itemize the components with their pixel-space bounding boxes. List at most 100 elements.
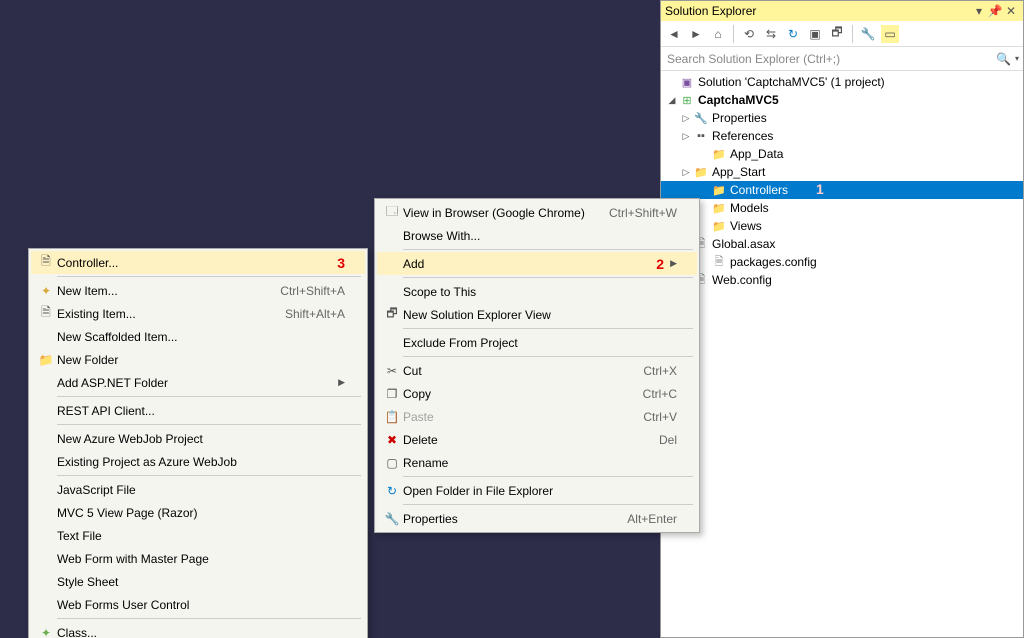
wrench-icon: 🔧 [693,110,709,126]
menu-new-azure[interactable]: New Azure WebJob Project [31,427,365,450]
collapse-icon[interactable]: ⇆ [762,25,780,43]
menu-new-scaffold[interactable]: New Scaffolded Item... [31,325,365,348]
tree-item-controllers[interactable]: 📁 Controllers 1 [661,181,1023,199]
tree-item-packages[interactable]: 🗎 packages.config [661,253,1023,271]
copy-icon: ❐ [381,387,403,401]
menu-rename[interactable]: ▢ Rename [377,451,697,474]
context-menu-primary: 🗔 View in Browser (Google Chrome) Ctrl+S… [374,198,700,533]
folder-icon: 📁 [711,146,727,162]
menu-existing-item[interactable]: 🗎 Existing Item... Shift+Alt+A [31,302,365,325]
menu-delete[interactable]: ✖ Delete Del [377,428,697,451]
tree-item-appstart[interactable]: ▷ 📁 App_Start [661,163,1023,181]
tree-item-properties[interactable]: ▷ 🔧 Properties [661,109,1023,127]
menu-add[interactable]: Add 2 ▶ [377,252,697,275]
menu-scope[interactable]: Scope to This [377,280,697,303]
search-dropdown-icon[interactable]: ▾ [1015,54,1019,63]
menu-existing-azure[interactable]: Existing Project as Azure WebJob [31,450,365,473]
tree-item-models[interactable]: 📁 Models [661,199,1023,217]
menu-separator [57,475,361,476]
delete-icon: ✖ [381,433,403,447]
tree-label: Web.config [712,273,772,287]
controller-icon: 🗎 [35,252,57,273]
home-icon[interactable]: ⌂ [709,25,727,43]
solution-tree: ▣ Solution 'CaptchaMVC5' (1 project) ◢ ⊞… [661,71,1023,637]
expand-icon[interactable]: ◢ [665,93,679,107]
tree-label: App_Data [730,147,783,161]
menu-open-folder[interactable]: ↻ Open Folder in File Explorer [377,479,697,502]
tree-label: packages.config [730,255,817,269]
search-input[interactable] [665,51,992,67]
panel-titlebar: Solution Explorer ▾ 📌 ✕ [661,1,1023,21]
folder-icon: 📁 [711,182,727,198]
back-icon[interactable]: ◄ [665,25,683,43]
tree-item-references[interactable]: ▷ ▪▪ References [661,127,1023,145]
preview-icon[interactable]: 🗗 [828,25,846,43]
show-all-icon[interactable]: ▣ [806,25,824,43]
menu-separator [403,328,693,329]
menu-copy[interactable]: ❐ Copy Ctrl+C [377,382,697,405]
forward-icon[interactable]: ► [687,25,705,43]
solution-icon: ▣ [679,74,695,90]
expand-icon[interactable] [665,75,679,89]
file-icon: 🗎 [711,254,727,270]
project-icon: ⊞ [679,92,695,108]
paste-icon: 📋 [381,410,403,424]
sync-icon[interactable]: ⟲ [740,25,758,43]
expand-icon[interactable]: ▷ [679,165,693,179]
menu-separator [57,276,361,277]
menu-style-sheet[interactable]: Style Sheet [31,570,365,593]
project-node[interactable]: ◢ ⊞ CaptchaMVC5 [661,91,1023,109]
context-menu-add: 🗎 Controller... 3 ✦ New Item... Ctrl+Shi… [28,248,368,638]
menu-class[interactable]: ✦ Class... [31,621,365,638]
submenu-arrow-icon: ▶ [670,258,677,269]
expand-icon[interactable]: ▷ [679,111,693,125]
menu-new-folder[interactable]: 📁 New Folder [31,348,365,371]
menu-properties[interactable]: 🔧 Properties Alt+Enter [377,507,697,530]
menu-separator [57,396,361,397]
refresh-icon[interactable]: ↻ [784,25,802,43]
menu-cut[interactable]: ✂ Cut Ctrl+X [377,359,697,382]
menu-view-browser[interactable]: 🗔 View in Browser (Google Chrome) Ctrl+S… [377,201,697,224]
properties-icon[interactable]: 🔧 [859,25,877,43]
submenu-arrow-icon: ▶ [338,377,345,388]
menu-webform-master[interactable]: Web Form with Master Page [31,547,365,570]
pin-icon[interactable]: 📌 [987,4,1003,18]
search-row: 🔍 ▾ [661,47,1023,71]
tree-label: References [712,129,773,143]
newview-icon: 🗗 [381,304,403,325]
show-selected-icon[interactable]: ▭ [881,25,899,43]
menu-controller[interactable]: 🗎 Controller... 3 [31,251,365,274]
menu-text-file[interactable]: Text File [31,524,365,547]
references-icon: ▪▪ [693,128,709,144]
menu-browse-with[interactable]: Browse With... [377,224,697,247]
tree-item-webconfig[interactable]: ▷ 🗎 Web.config [661,271,1023,289]
menu-mvc5-view[interactable]: MVC 5 View Page (Razor) [31,501,365,524]
menu-separator [403,476,693,477]
annotation-3: 3 [337,255,345,271]
solution-node[interactable]: ▣ Solution 'CaptchaMVC5' (1 project) [661,73,1023,91]
close-icon[interactable]: ✕ [1003,4,1019,18]
menu-rest-client[interactable]: REST API Client... [31,399,365,422]
menu-aspnet-folder[interactable]: Add ASP.NET Folder ▶ [31,371,365,394]
expand-icon[interactable]: ▷ [679,129,693,143]
existing-item-icon: 🗎 [35,303,57,324]
search-icon[interactable]: 🔍 [996,52,1011,66]
menu-new-item[interactable]: ✦ New Item... Ctrl+Shift+A [31,279,365,302]
tree-label: Controllers [730,183,788,197]
cut-icon: ✂ [381,364,403,378]
solution-explorer-panel: Solution Explorer ▾ 📌 ✕ ◄ ► ⌂ ⟲ ⇆ ↻ ▣ 🗗 … [660,0,1024,638]
tree-item-globalasax[interactable]: ▷ 🗎 Global.asax [661,235,1023,253]
menu-separator [403,504,693,505]
panel-title: Solution Explorer [665,4,971,18]
menu-new-view[interactable]: 🗗 New Solution Explorer View [377,303,697,326]
menu-webforms-uc[interactable]: Web Forms User Control [31,593,365,616]
dropdown-icon[interactable]: ▾ [971,4,987,18]
tree-label: Global.asax [712,237,775,251]
menu-exclude[interactable]: Exclude From Project [377,331,697,354]
rename-icon: ▢ [381,456,403,470]
tree-item-views[interactable]: 📁 Views [661,217,1023,235]
tree-label: Properties [712,111,767,125]
tree-item-appdata[interactable]: 📁 App_Data [661,145,1023,163]
menu-js-file[interactable]: JavaScript File [31,478,365,501]
tree-label: Models [730,201,769,215]
